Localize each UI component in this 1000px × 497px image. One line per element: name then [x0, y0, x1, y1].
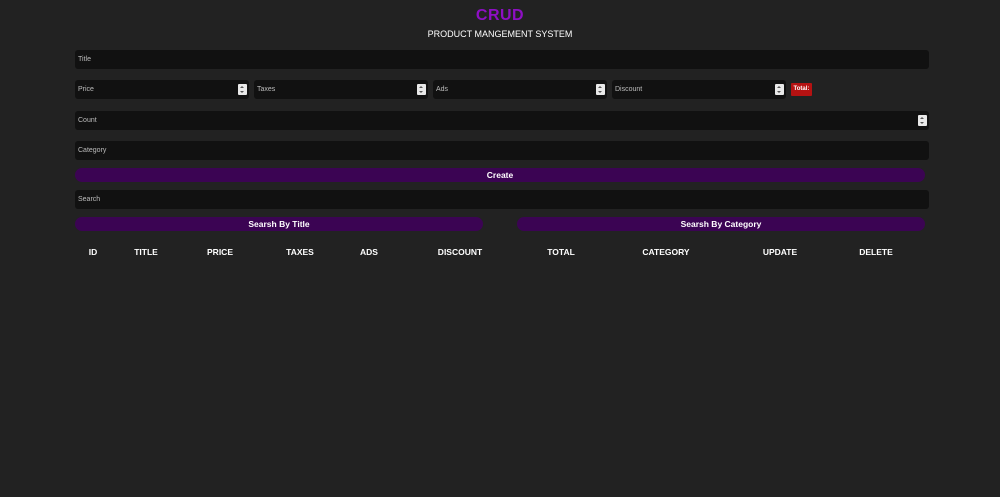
- column-header-title: TITLE: [134, 247, 158, 257]
- title-input-placeholder: Title: [78, 56, 91, 63]
- column-header-update: UPDATE: [762, 247, 798, 257]
- price-spinner-icon[interactable]: [238, 84, 247, 95]
- price-input-placeholder: Price: [78, 86, 94, 93]
- column-header-discount: DISCOUNT: [437, 247, 483, 257]
- page-title: CRUD: [475, 7, 525, 24]
- column-header-price: PRICE: [207, 247, 233, 257]
- price-input[interactable]: Price: [75, 80, 249, 99]
- column-header-ads: ADS: [360, 247, 378, 257]
- ads-spinner-icon[interactable]: [596, 84, 605, 95]
- taxes-spinner-icon[interactable]: [417, 84, 426, 95]
- discount-input[interactable]: Discount: [612, 80, 786, 99]
- column-header-taxes: TAXES: [286, 247, 314, 257]
- search-by-title-button[interactable]: Searsh By Title: [75, 217, 483, 231]
- taxes-input-placeholder: Taxes: [257, 86, 276, 93]
- search-input-placeholder: Search: [78, 196, 101, 203]
- search-by-category-button[interactable]: Searsh By Category: [517, 217, 925, 231]
- column-header-delete: DELETE: [859, 247, 893, 257]
- search-input[interactable]: Search: [75, 190, 929, 209]
- discount-input-placeholder: Discount: [615, 86, 643, 93]
- title-input[interactable]: Title: [75, 50, 929, 69]
- count-input[interactable]: Count: [75, 111, 929, 130]
- column-header-total: TOTAL: [547, 247, 575, 257]
- discount-spinner-icon[interactable]: [775, 84, 784, 95]
- taxes-input[interactable]: Taxes: [254, 80, 428, 99]
- count-spinner-icon[interactable]: [918, 115, 927, 126]
- ads-input-placeholder: Ads: [436, 86, 449, 93]
- column-header-id: ID: [88, 247, 98, 257]
- create-button[interactable]: Create: [75, 168, 925, 182]
- ads-input[interactable]: Ads: [433, 80, 607, 99]
- count-input-placeholder: Count: [78, 117, 97, 124]
- column-header-category: CATEGORY: [642, 247, 690, 257]
- category-input-placeholder: Category: [78, 147, 107, 154]
- page-subtitle: PRODUCT MANGEMENT SYSTEM: [427, 29, 573, 39]
- category-input[interactable]: Category: [75, 141, 929, 160]
- total-badge: Total:: [791, 83, 812, 96]
